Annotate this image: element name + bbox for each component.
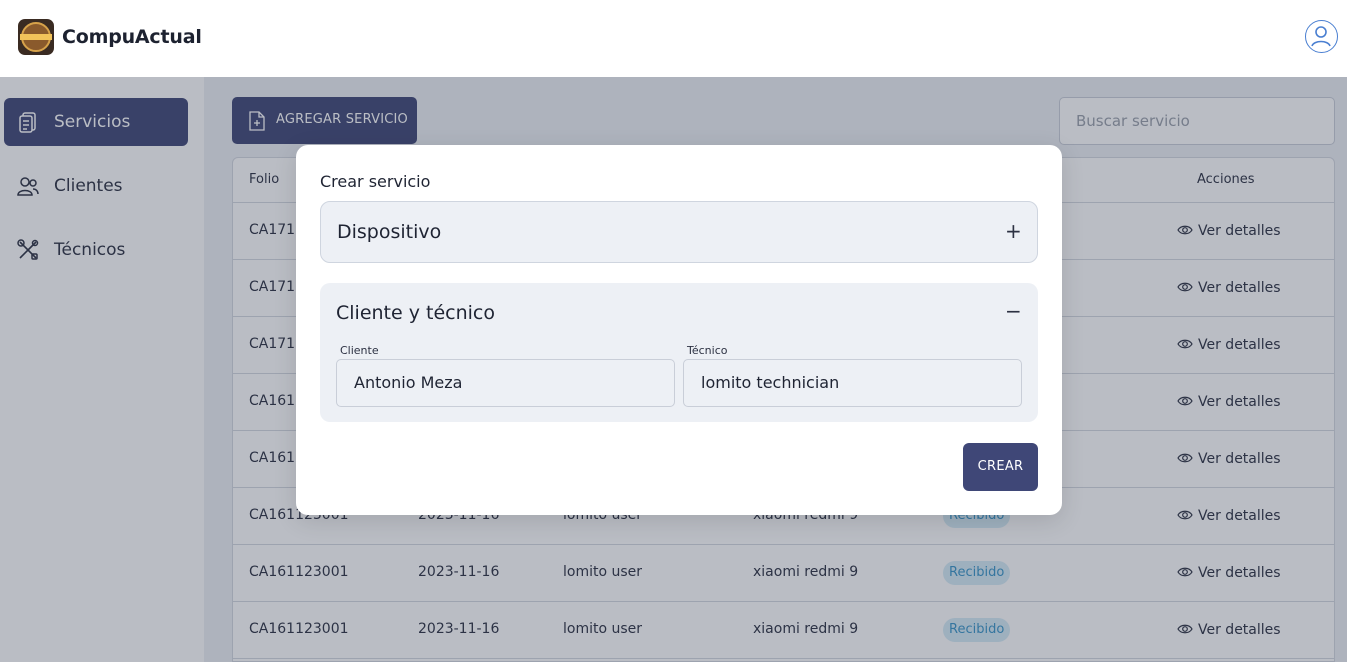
app-logo — [18, 19, 54, 55]
accordion-cliente-tecnico: Cliente y técnico − Cliente Antonio Meza… — [320, 283, 1038, 422]
accordion-label: Dispositivo — [337, 221, 442, 243]
plus-icon[interactable]: + — [1005, 219, 1022, 243]
accordion-label[interactable]: Cliente y técnico — [336, 302, 495, 324]
user-avatar-icon[interactable] — [1305, 20, 1338, 53]
client-field-label: Cliente — [340, 344, 379, 357]
top-header: CompuActual — [0, 0, 1347, 77]
technician-field-label: Técnico — [687, 344, 728, 357]
minus-icon[interactable]: − — [1005, 299, 1022, 323]
modal-title: Crear servicio — [320, 172, 431, 191]
technician-field[interactable]: lomito technician — [683, 359, 1022, 407]
accordion-dispositivo[interactable]: Dispositivo + — [320, 201, 1038, 263]
app-title: CompuActual — [62, 26, 202, 48]
client-field[interactable]: Antonio Meza — [336, 359, 675, 407]
create-service-modal: Crear servicio Dispositivo + Cliente y t… — [296, 145, 1062, 515]
create-button[interactable]: CREAR — [963, 443, 1038, 491]
